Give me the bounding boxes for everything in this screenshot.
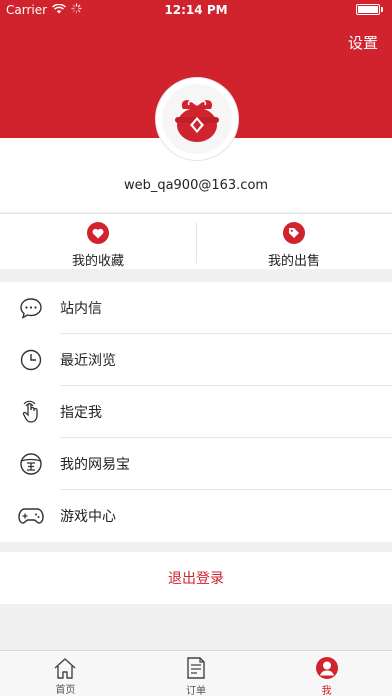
menu-label-game-center: 游戏中心 xyxy=(60,509,116,525)
logout-button[interactable]: 退出登录 xyxy=(0,552,392,604)
tab-home[interactable]: 首页 xyxy=(0,651,131,696)
favorites-label: 我的收藏 xyxy=(71,254,124,269)
menu-label-recent: 最近浏览 xyxy=(60,353,116,369)
tab-bar: 首页 订单 我 xyxy=(0,650,392,696)
heart-icon xyxy=(87,222,109,244)
menu-label-wangyibao: 我的网易宝 xyxy=(60,457,130,473)
menu-item-messages[interactable]: 站内信 xyxy=(0,282,392,334)
gamepad-icon xyxy=(18,503,44,529)
favorites-button[interactable]: 我的收藏 xyxy=(0,214,196,269)
tab-me[interactable]: 我 xyxy=(261,651,392,696)
profile-icon xyxy=(315,656,339,680)
settings-button[interactable]: 设置 xyxy=(348,32,378,53)
menu-label-assigned: 指定我 xyxy=(60,405,102,421)
home-icon xyxy=(53,656,77,679)
status-bar: Carrier 12:14 PM xyxy=(0,0,392,20)
menu-item-recent[interactable]: 最近浏览 xyxy=(0,334,392,386)
order-icon xyxy=(184,656,208,680)
my-sales-label: 我的出售 xyxy=(267,254,320,269)
avatar[interactable] xyxy=(155,77,239,161)
quick-actions: 我的收藏 我的出售 xyxy=(0,213,392,269)
menu-item-game-center[interactable]: 游戏中心 xyxy=(0,490,392,542)
menu-label-messages: 站内信 xyxy=(60,301,102,317)
user-email: web_qa900@163.com xyxy=(123,178,269,193)
avatar-pot-icon xyxy=(162,84,232,154)
menu-item-wangyibao[interactable]: 我的网易宝 xyxy=(0,438,392,490)
tap-hand-icon xyxy=(18,399,44,425)
menu-item-assigned[interactable]: 指定我 xyxy=(0,386,392,438)
status-time: 12:14 PM xyxy=(164,3,228,17)
tab-label-me: 我 xyxy=(321,686,332,696)
chat-bubble-icon xyxy=(18,295,44,321)
tab-label-home: 首页 xyxy=(55,685,76,696)
tab-label-orders: 订单 xyxy=(186,686,206,696)
tag-icon xyxy=(283,222,305,244)
tab-orders[interactable]: 订单 xyxy=(131,651,262,696)
battery-icon xyxy=(356,4,386,16)
wangyibao-icon xyxy=(18,451,44,477)
my-sales-button[interactable]: 我的出售 xyxy=(196,214,392,269)
menu-list: 站内信 最近浏览 指定我 我的网易宝 游戏中心 xyxy=(0,282,392,542)
clock-icon xyxy=(18,347,44,373)
